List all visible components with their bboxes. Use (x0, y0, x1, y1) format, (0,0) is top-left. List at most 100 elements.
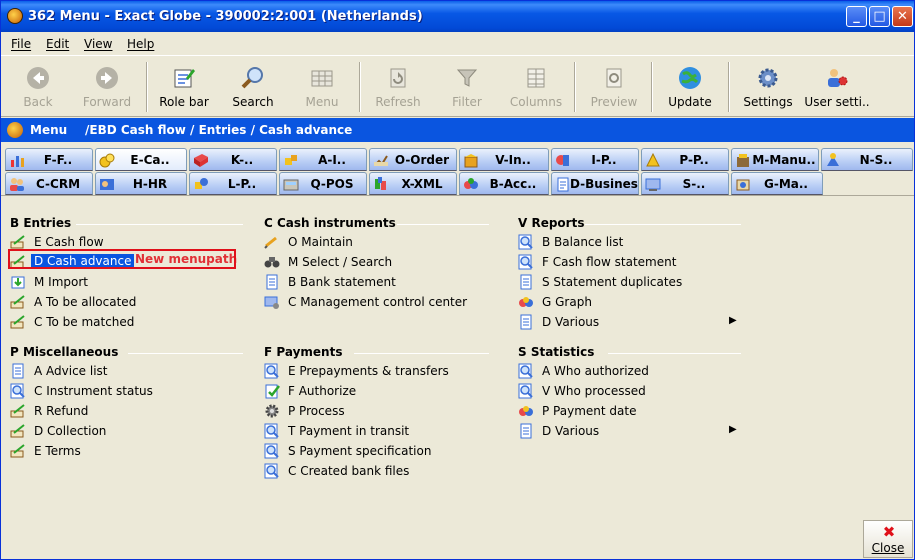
menu-item-collection[interactable]: D Collection (10, 421, 245, 441)
list-doc-icon (520, 423, 532, 439)
menu-edit[interactable]: Edit (46, 37, 69, 51)
forward-button[interactable]: Forward (72, 62, 142, 116)
maintain-pen-icon (264, 236, 277, 249)
minimize-button[interactable]: _ (846, 6, 867, 27)
user-settings-button[interactable]: User setti.. (802, 62, 872, 116)
settings-button[interactable]: Settings (733, 62, 803, 116)
menu-item-balance-list[interactable]: B Balance list (518, 232, 748, 252)
app-globe-icon[interactable] (7, 8, 23, 24)
menu-file[interactable]: File (11, 37, 31, 51)
tab-l[interactable]: L-P.. (189, 172, 277, 195)
tab-h-hr[interactable]: H-HR (95, 172, 187, 195)
tab-m-manufacturing[interactable]: M-Manu.. (731, 148, 819, 171)
menu-item-label: P Process (288, 404, 345, 418)
menu-item-various[interactable]: D Various ▶ (518, 421, 748, 441)
menu-help[interactable]: Help (127, 37, 154, 51)
tab-g[interactable]: G-Ma.. (731, 172, 823, 195)
control-center-icon (264, 296, 279, 309)
menu-item-label: A Who authorized (542, 364, 649, 378)
menu-item-who-processed[interactable]: V Who processed (518, 381, 748, 401)
menu-item-to-be-allocated[interactable]: A To be allocated (10, 292, 245, 312)
tab-e-cash[interactable]: E-Ca.. (95, 148, 187, 171)
filter-button[interactable]: Filter (432, 62, 502, 116)
tab-f[interactable]: F-F.. (5, 148, 93, 171)
tab-x-xml[interactable]: X-XML (369, 172, 457, 195)
tab-label: O-Order (394, 153, 450, 167)
menu-item-bank-statement[interactable]: B Bank statement (264, 272, 499, 292)
tab-b-accounting[interactable]: B-Acc.. (459, 172, 549, 195)
menu-item-process[interactable]: P Process (264, 401, 499, 421)
entry-pen-icon (10, 404, 25, 418)
section-cash-instruments: C Cash instruments O Maintain M Select /… (264, 216, 499, 312)
tab-q-pos[interactable]: Q-POS (279, 172, 367, 195)
menu-item-various[interactable]: D Various ▶ (518, 312, 748, 332)
tab-v[interactable]: V-In.. (459, 148, 549, 171)
menu-item-maintain[interactable]: O Maintain (264, 232, 499, 252)
refresh-icon (390, 68, 406, 88)
section-reports: V Reports B Balance list F Cash flow sta… (518, 216, 748, 332)
close-window-button[interactable]: ✕ (892, 6, 913, 27)
filter-label: Filter (452, 95, 482, 109)
list-doc-icon (266, 274, 278, 290)
section-divider (585, 224, 741, 225)
maximize-button[interactable]: □ (869, 6, 890, 27)
tab-i[interactable]: I-P.. (551, 148, 639, 171)
close-button[interactable]: ✖ Close (863, 520, 913, 558)
tab-a[interactable]: A-I.. (279, 148, 367, 171)
search-button[interactable]: Search (218, 62, 288, 116)
section-title: P Miscellaneous (10, 345, 245, 361)
menu-item-cash-flow-statement[interactable]: F Cash flow statement (518, 252, 748, 272)
menu-button[interactable]: Menu (287, 62, 357, 116)
section-divider (608, 353, 741, 354)
tab-k[interactable]: K-.. (189, 148, 277, 171)
role-bar-button[interactable]: Role bar (149, 62, 219, 116)
role-bar-label: Role bar (159, 95, 209, 109)
menu-item-terms[interactable]: E Terms (10, 441, 245, 461)
update-button[interactable]: Update (655, 62, 725, 116)
tab-label: L-P.. (227, 177, 257, 191)
section-miscellaneous: P Miscellaneous A Advice list C Instrume… (10, 345, 245, 461)
section-title-text: F Payments (264, 345, 343, 359)
search-icon (241, 67, 263, 89)
menu-content: B Entries E Cash flow D Cash advance M I… (1, 195, 914, 559)
tab-c-crm[interactable]: C-CRM (5, 172, 93, 195)
menu-item-to-be-matched[interactable]: C To be matched (10, 312, 245, 332)
tab-p[interactable]: P-P.. (641, 148, 729, 171)
menu-item-label: M Import (34, 275, 88, 289)
menu-item-instrument-status[interactable]: C Instrument status (10, 381, 245, 401)
tab-o-order[interactable]: O-Order (369, 148, 457, 171)
menu-item-graph[interactable]: G Graph (518, 292, 748, 312)
menu-item-management-control-center[interactable]: C Management control center (264, 292, 499, 312)
path-menu-label[interactable]: Menu (30, 123, 67, 137)
report-magnifier-icon (264, 443, 279, 459)
section-divider (128, 353, 243, 354)
back-button[interactable]: Back (3, 62, 73, 116)
preview-button[interactable]: Preview (579, 62, 649, 116)
menu-item-who-authorized[interactable]: A Who authorized (518, 361, 748, 381)
menu-view[interactable]: View (84, 37, 112, 51)
menu-item-label: A Advice list (34, 364, 108, 378)
menu-item-label: S Statement duplicates (542, 275, 683, 289)
tab-label: M-Manu.. (752, 153, 816, 167)
menu-item-select-search[interactable]: M Select / Search (264, 252, 499, 272)
menu-item-payment-in-transit[interactable]: T Payment in transit (264, 421, 499, 441)
entry-pen-icon (10, 315, 25, 329)
tab-d-business[interactable]: D-Business (551, 172, 639, 195)
tab-s[interactable]: S-.. (641, 172, 729, 195)
menu-item-payment-specification[interactable]: S Payment specification (264, 441, 499, 461)
menu-item-authorize[interactable]: F Authorize (264, 381, 499, 401)
menu-item-advice-list[interactable]: A Advice list (10, 361, 245, 381)
menu-item-payment-date[interactable]: P Payment date (518, 401, 748, 421)
preview-icon (606, 68, 622, 88)
window-title: 362 Menu - Exact Globe - 390002:2:001 (N… (28, 9, 423, 24)
columns-button[interactable]: Columns (501, 62, 571, 116)
tab-n[interactable]: N-S.. (821, 148, 913, 171)
menu-item-created-bank-files[interactable]: C Created bank files (264, 461, 499, 481)
menu-item-refund[interactable]: R Refund (10, 401, 245, 421)
menu-item-prepayments-transfers[interactable]: E Prepayments & transfers (264, 361, 499, 381)
binoculars-icon (264, 257, 280, 268)
menu-item-statement-duplicates[interactable]: S Statement duplicates (518, 272, 748, 292)
menu-item-import[interactable]: M Import (10, 272, 245, 292)
toolbar-separator (359, 62, 361, 112)
refresh-button[interactable]: Refresh (363, 62, 433, 116)
